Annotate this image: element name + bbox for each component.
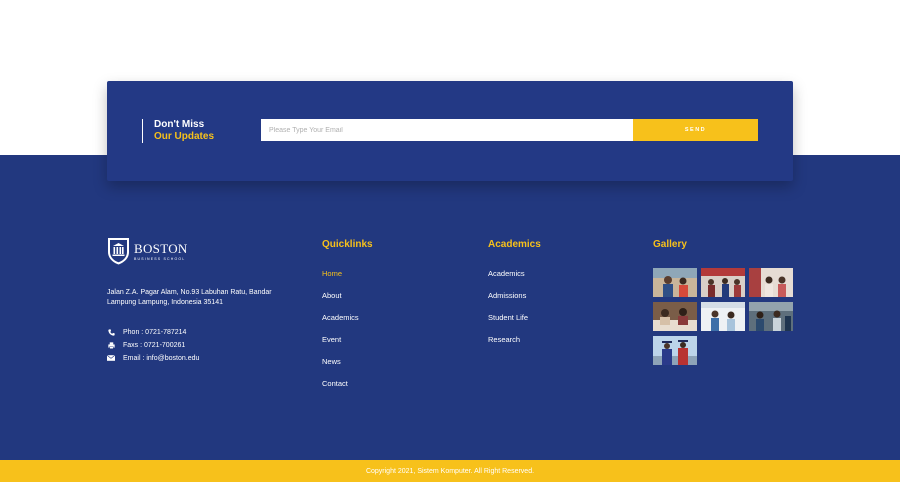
newsletter-heading-line1: Don't Miss bbox=[154, 119, 205, 130]
contact-phone: Phon : 0721-787214 bbox=[107, 328, 186, 336]
gallery-image[interactable] bbox=[749, 302, 793, 331]
envelope-icon bbox=[107, 354, 115, 362]
crest-icon bbox=[108, 238, 129, 265]
brand-name: BOSTON bbox=[134, 240, 188, 256]
contact-fax: Faxs : 0721-700261 bbox=[107, 341, 185, 349]
gallery-image[interactable] bbox=[653, 302, 697, 331]
quicklink-event[interactable]: Event bbox=[322, 335, 359, 357]
academics-link-academics[interactable]: Academics bbox=[488, 269, 528, 291]
academics-link-admissions[interactable]: Admissions bbox=[488, 291, 528, 313]
academics-link-research[interactable]: Research bbox=[488, 335, 528, 357]
gallery-image[interactable] bbox=[653, 336, 697, 365]
quicklink-about[interactable]: About bbox=[322, 291, 359, 313]
contact-fax-text: Faxs : 0721-700261 bbox=[123, 341, 186, 349]
fax-icon bbox=[107, 341, 115, 349]
quicklink-home[interactable]: Home bbox=[322, 269, 359, 291]
academics-title: Academics bbox=[488, 239, 541, 250]
quicklink-news[interactable]: News bbox=[322, 357, 359, 379]
contact-phone-text: Phon : 0721-787214 bbox=[123, 328, 187, 336]
send-button[interactable]: SEND bbox=[633, 119, 758, 141]
quicklink-academics[interactable]: Academics bbox=[322, 313, 359, 335]
newsletter-box: Don't Miss Our Updates SEND bbox=[107, 81, 793, 181]
contact-email-text: Email : info@boston.edu bbox=[123, 354, 200, 362]
gallery-image[interactable] bbox=[701, 268, 745, 297]
phone-icon bbox=[107, 328, 115, 336]
academics-list: Academics Admissions Student Life Resear… bbox=[488, 269, 528, 357]
address: Jalan Z.A. Pagar Alam, No.93 Labuhan Rat… bbox=[107, 289, 272, 306]
brand-subtitle: BUSINESS SCHOOL bbox=[134, 256, 186, 261]
gallery-image[interactable] bbox=[653, 268, 697, 297]
quicklink-contact[interactable]: Contact bbox=[322, 379, 359, 401]
quicklinks-title: Quicklinks bbox=[322, 239, 373, 250]
quicklinks-list: Home About Academics Event News Contact bbox=[322, 269, 359, 401]
contact-email: Email : info@boston.edu bbox=[107, 354, 199, 362]
brand-logo[interactable]: BOSTON BUSINESS SCHOOL bbox=[107, 237, 188, 265]
newsletter-heading: Don't Miss Our Updates bbox=[142, 119, 214, 143]
newsletter-heading-line2: Our Updates bbox=[154, 131, 215, 142]
newsletter-email-input[interactable] bbox=[261, 119, 633, 141]
academics-link-student-life[interactable]: Student Life bbox=[488, 313, 528, 335]
gallery-image[interactable] bbox=[749, 268, 793, 297]
copyright-bar: Copyright 2021, Sistem Komputer. All Rig… bbox=[0, 460, 900, 482]
gallery-title: Gallery bbox=[653, 239, 687, 250]
gallery-image[interactable] bbox=[701, 302, 745, 331]
copyright-text: Copyright 2021, Sistem Komputer. All Rig… bbox=[365, 467, 535, 475]
